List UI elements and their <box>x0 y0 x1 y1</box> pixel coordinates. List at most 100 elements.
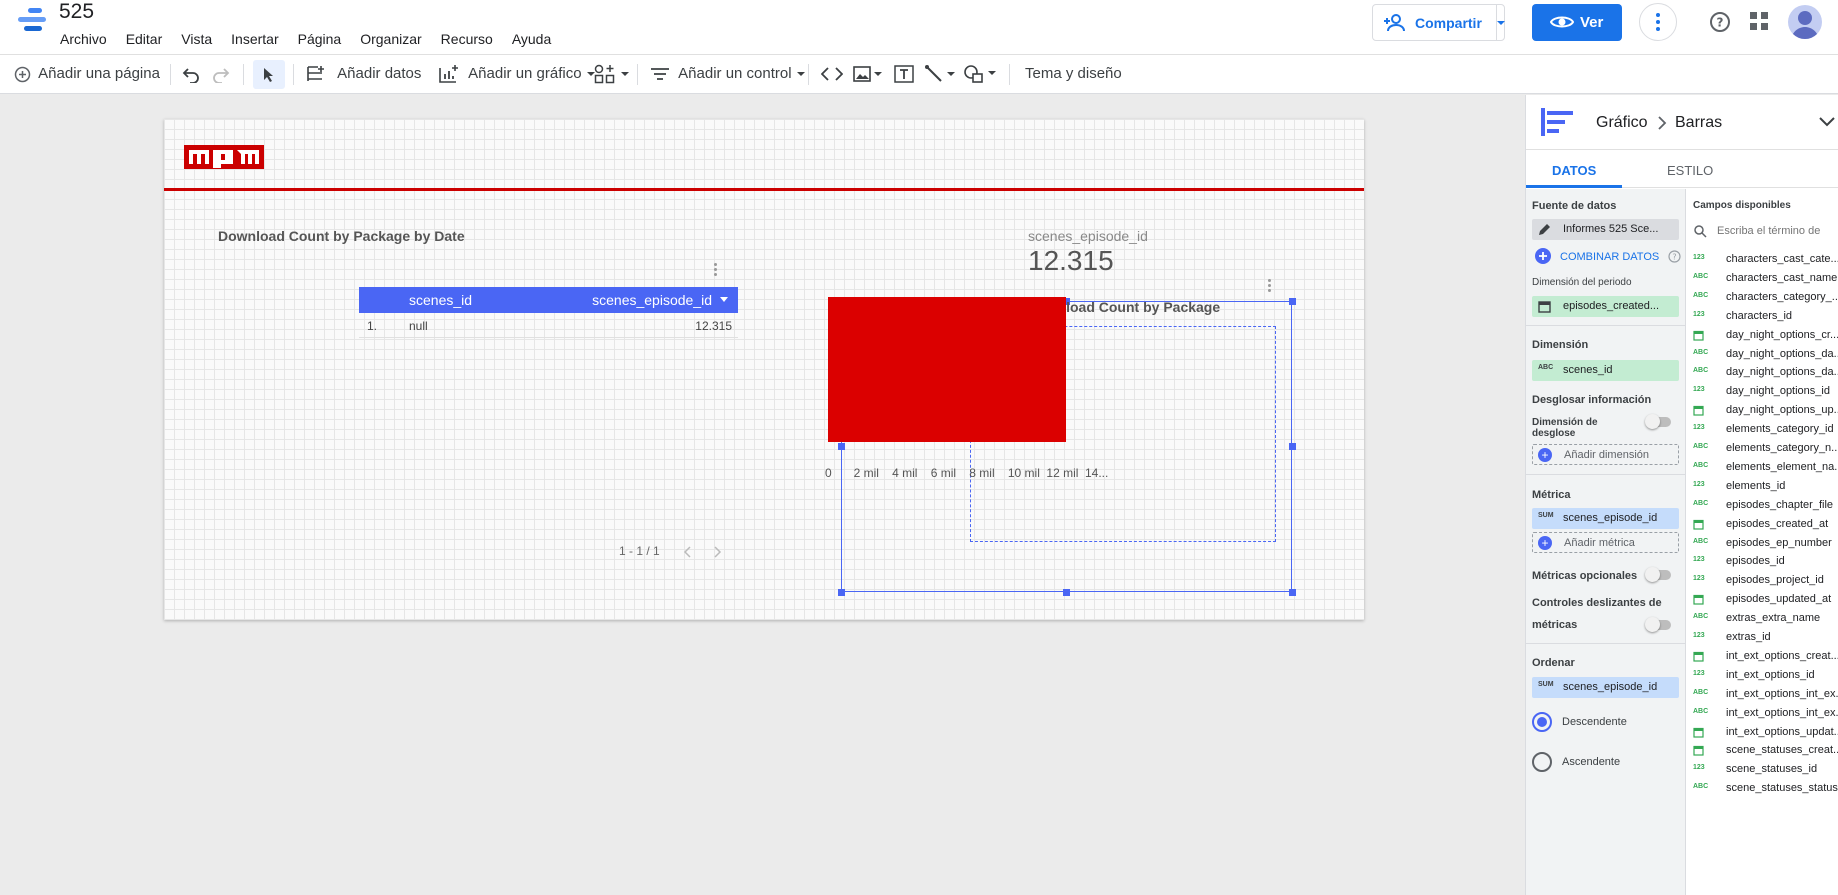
field-item[interactable]: 123 episodes_id <box>1693 553 1838 572</box>
field-item[interactable]: episodes_updated_at <box>1693 591 1838 610</box>
field-item[interactable]: 123 elements_category_id <box>1693 421 1838 440</box>
field-item[interactable]: 123 extras_id <box>1693 629 1838 648</box>
field-item[interactable]: int_ext_options_creat... <box>1693 648 1838 667</box>
apps-grid-icon[interactable] <box>1750 12 1768 33</box>
table-chart-menu-icon[interactable] <box>714 263 718 278</box>
shape-tool-icon[interactable] <box>963 55 999 93</box>
menu-archivo[interactable]: Archivo <box>60 31 107 47</box>
tab-estilo[interactable]: ESTILO <box>1667 163 1713 178</box>
field-search-input[interactable] <box>1717 220 1838 242</box>
field-item[interactable]: ABC elements_category_n... <box>1693 440 1838 459</box>
resize-handle[interactable] <box>1063 589 1070 596</box>
pager-next-icon[interactable] <box>712 546 722 558</box>
bar[interactable] <box>828 297 1066 442</box>
sort-chip[interactable]: SUM scenes_episode_id <box>1532 677 1679 698</box>
field-item[interactable]: 123 characters_cast_cate... <box>1693 251 1838 270</box>
more-options-button[interactable] <box>1639 3 1677 41</box>
menu-vista[interactable]: Vista <box>181 31 212 47</box>
scorecard-value[interactable]: 12.315 <box>1028 245 1114 277</box>
document-title[interactable]: 525 <box>59 0 94 24</box>
blend-data-link[interactable]: COMBINAR DATOS <box>1560 251 1659 263</box>
add-page-button[interactable]: Añadir una página <box>14 55 160 93</box>
add-component-button[interactable] <box>594 55 630 93</box>
field-item[interactable]: 123 int_ext_options_id <box>1693 667 1838 686</box>
field-item[interactable]: day_night_options_up... <box>1693 402 1838 421</box>
menu-insertar[interactable]: Insertar <box>231 31 278 47</box>
field-item[interactable]: ABC episodes_ep_number <box>1693 535 1838 554</box>
field-item[interactable]: int_ext_options_updat... <box>1693 724 1838 743</box>
field-item[interactable]: ABC scene_statuses_status <box>1693 780 1838 799</box>
add-dimension-button[interactable]: + Añadir dimensión <box>1532 444 1679 465</box>
chevron-down-icon[interactable] <box>1819 117 1835 127</box>
resize-handle[interactable] <box>838 589 845 596</box>
breadcrumb-bars[interactable]: Barras <box>1675 114 1722 132</box>
image-icon[interactable] <box>853 55 883 93</box>
add-metric-button[interactable]: + Añadir métrica <box>1532 532 1679 553</box>
field-item[interactable]: 123 characters_id <box>1693 308 1838 327</box>
pager-prev-icon[interactable] <box>683 546 693 558</box>
resize-handle[interactable] <box>838 443 845 450</box>
help-outline-icon[interactable]: ? <box>1668 250 1681 263</box>
field-item[interactable]: scene_statuses_creat... <box>1693 742 1838 761</box>
field-name: episodes_ep_number <box>1726 536 1832 549</box>
looker-studio-logo[interactable] <box>18 8 46 36</box>
field-item[interactable]: 123 episodes_project_id <box>1693 572 1838 591</box>
metric-chip[interactable]: SUM scenes_episode_id <box>1532 508 1679 529</box>
dimension-chip[interactable]: ABC scenes_id <box>1532 360 1679 381</box>
theme-layout-button[interactable]: Tema y diseño <box>1025 55 1122 93</box>
field-item[interactable]: ABC characters_category_... <box>1693 289 1838 308</box>
menu-ayuda[interactable]: Ayuda <box>512 31 551 47</box>
resize-handle[interactable] <box>1289 298 1296 305</box>
field-item[interactable]: ABC day_night_options_da... <box>1693 346 1838 365</box>
add-data-button[interactable]: Añadir datos <box>305 55 421 93</box>
add-chart-button[interactable]: Añadir un gráfico <box>438 55 596 93</box>
sort-desc-icon[interactable] <box>720 297 728 303</box>
field-item[interactable]: 123 elements_id <box>1693 478 1838 497</box>
line-tool-icon[interactable] <box>925 55 957 93</box>
menu-editar[interactable]: Editar <box>126 31 163 47</box>
field-item[interactable]: 123 scene_statuses_id <box>1693 761 1838 780</box>
period-dimension-chip[interactable]: episodes_created... <box>1532 296 1679 317</box>
undo-icon[interactable] <box>182 55 200 93</box>
data-source-chip[interactable]: Informes 525 Sce... <box>1532 219 1679 240</box>
sort-descending-radio[interactable] <box>1532 712 1552 732</box>
field-item[interactable]: ABC int_ext_options_int_ex... <box>1693 705 1838 724</box>
npm-logo[interactable] <box>184 141 264 173</box>
field-item[interactable]: ABC extras_extra_name <box>1693 610 1838 629</box>
add-control-button[interactable]: Añadir un control <box>650 55 806 93</box>
metric-sliders-toggle[interactable] <box>1645 617 1671 632</box>
column-header-scenes-id[interactable]: scenes_id <box>409 292 472 308</box>
report-page[interactable]: Download Count by Package by Date scenes… <box>164 119 1364 620</box>
drill-down-toggle[interactable] <box>1645 414 1671 429</box>
add-blend-icon[interactable] <box>1535 248 1551 264</box>
menu-organizar[interactable]: Organizar <box>360 31 421 47</box>
avatar[interactable] <box>1788 5 1822 39</box>
optional-metrics-toggle[interactable] <box>1645 567 1671 582</box>
breadcrumb-chart[interactable]: Gráfico <box>1596 114 1648 132</box>
field-item[interactable]: ABC episodes_chapter_file <box>1693 497 1838 516</box>
column-header-scenes-episode-id[interactable]: scenes_episode_id <box>592 292 712 308</box>
tab-datos[interactable]: DATOS <box>1552 163 1596 178</box>
field-item[interactable]: ABC characters_cast_name <box>1693 270 1838 289</box>
resize-handle[interactable] <box>1289 589 1296 596</box>
sort-ascending-radio[interactable] <box>1532 752 1552 772</box>
select-tool-button[interactable] <box>253 60 285 89</box>
redo-icon[interactable] <box>212 55 230 93</box>
field-item[interactable]: ABC elements_element_na... <box>1693 459 1838 478</box>
text-box-icon[interactable] <box>894 55 914 93</box>
resize-handle[interactable] <box>1289 443 1296 450</box>
field-item[interactable]: episodes_created_at <box>1693 516 1838 535</box>
bar-chart-menu-icon[interactable] <box>1268 279 1272 294</box>
menu-pagina[interactable]: Página <box>298 31 342 47</box>
menu-recurso[interactable]: Recurso <box>441 31 493 47</box>
share-dropdown-icon[interactable] <box>1493 15 1509 31</box>
embed-code-icon[interactable] <box>820 55 844 93</box>
field-item[interactable]: day_night_options_cr... <box>1693 327 1838 346</box>
help-icon[interactable]: ? <box>1709 11 1731 36</box>
field-item[interactable]: ABC day_night_options_da... <box>1693 364 1838 383</box>
text-type-icon: ABC <box>1693 367 1709 375</box>
share-button[interactable]: Compartir <box>1372 4 1505 41</box>
field-item[interactable]: ABC int_ext_options_int_ex... <box>1693 686 1838 705</box>
view-button[interactable]: Ver <box>1532 4 1622 41</box>
field-item[interactable]: 123 day_night_options_id <box>1693 383 1838 402</box>
